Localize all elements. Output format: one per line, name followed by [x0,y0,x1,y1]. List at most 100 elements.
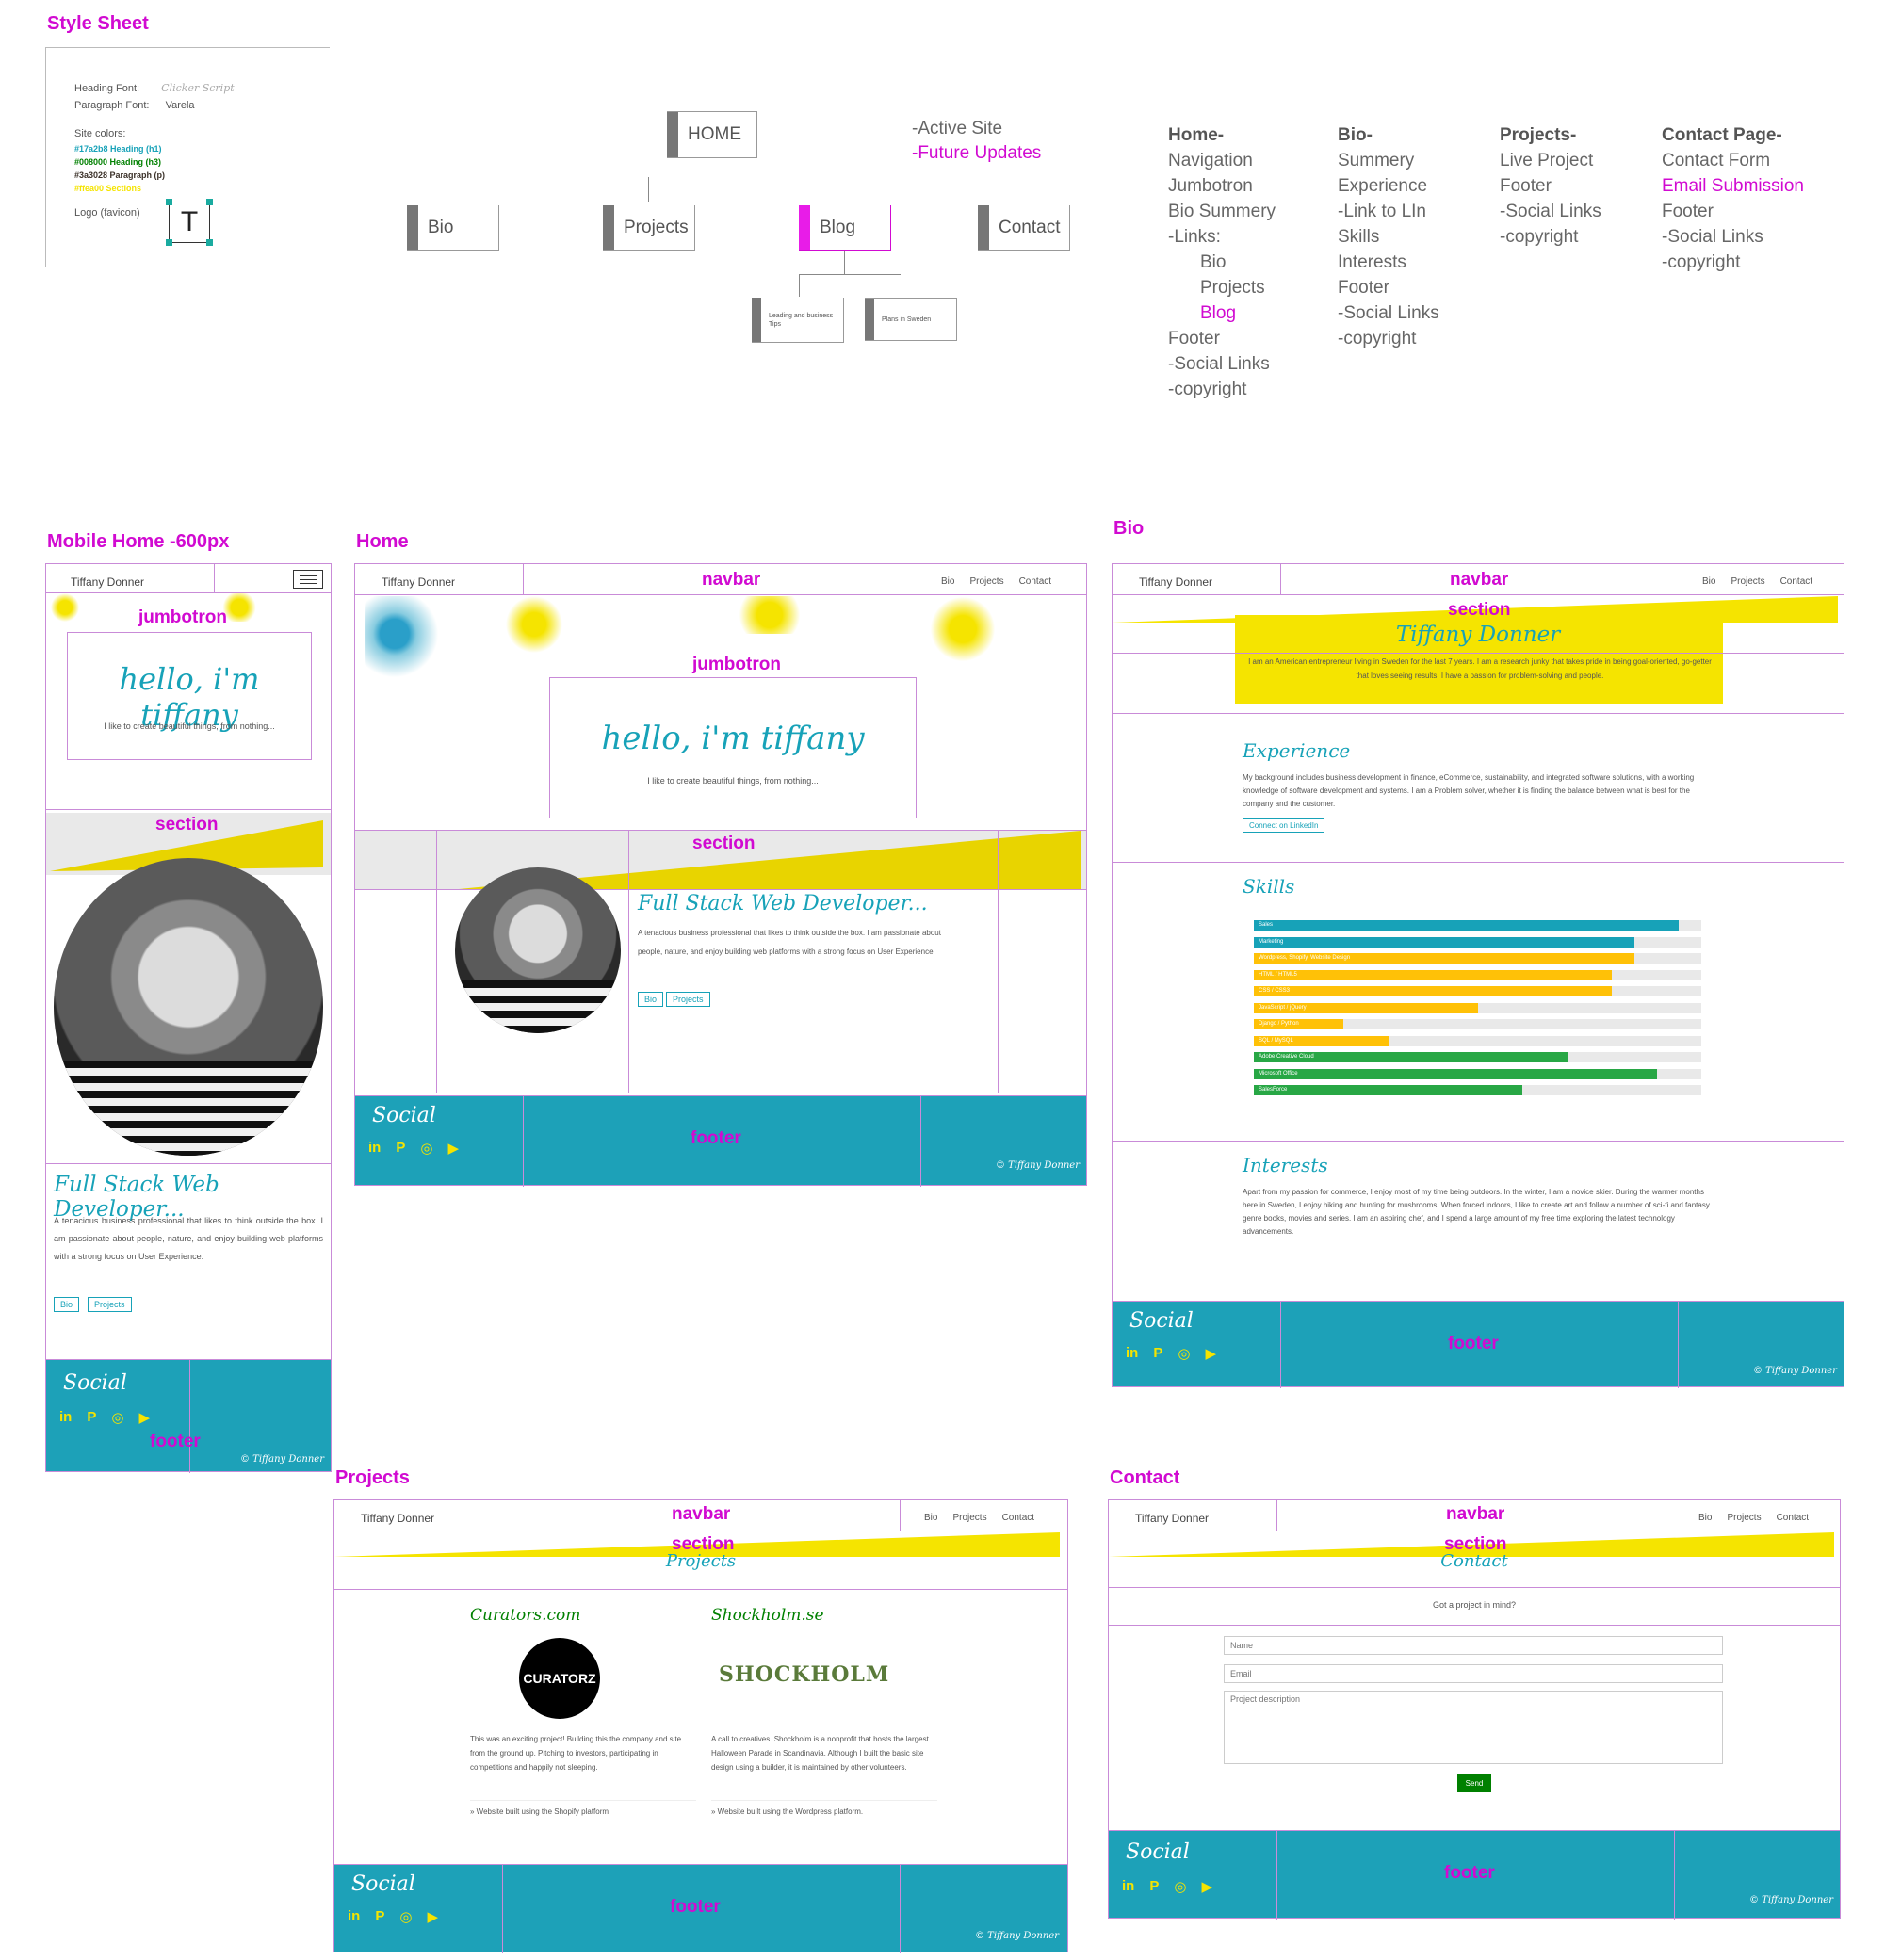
nav-contact-link[interactable]: Contact [1002,1513,1034,1523]
instagram-icon[interactable]: ◎ [420,1140,432,1157]
email-field[interactable] [1224,1664,1723,1683]
style-sheet-title: Style Sheet [47,13,149,34]
pinterest-icon[interactable]: P [1153,1345,1162,1362]
hamburger-menu-icon[interactable] [293,570,323,589]
linkedin-icon[interactable]: in [368,1140,381,1157]
instagram-icon[interactable]: ◎ [1178,1345,1190,1362]
mobile-brand[interactable]: Tiffany Donner [71,575,144,589]
send-button[interactable]: Send [1457,1774,1491,1792]
interests-heading: Interests [1243,1154,1328,1176]
nav-projects-link[interactable]: Projects [952,1513,986,1523]
section-label: section [155,815,219,834]
pinterest-icon[interactable]: P [375,1908,384,1925]
sitemap-blog-sub2-label: Plans in Sweden [882,316,932,323]
youtube-icon[interactable]: ▶ [427,1908,438,1925]
copyright: © Tiffany Donner [240,1454,324,1465]
outline-item: Summery [1338,151,1415,170]
home-brand[interactable]: Tiffany Donner [382,575,455,589]
copyright: © Tiffany Donner [1753,1366,1837,1376]
outline-item: Footer [1662,202,1714,221]
copyright: © Tiffany Donner [996,1160,1080,1171]
pinterest-icon[interactable]: P [87,1409,96,1426]
skill-bar-fill: Microsoft Office [1254,1068,1657,1079]
skill-bar-fill: SalesForce [1254,1085,1522,1095]
skill-bar: SQL / MySQL [1254,1035,1701,1046]
nav-bio-link[interactable]: Bio [924,1513,937,1523]
nav-contact-link[interactable]: Contact [1780,576,1812,587]
bio-mockup: Tiffany Donner navbar Bio Projects Conta… [1112,563,1844,1388]
projects-button[interactable]: Projects [88,1297,132,1312]
skill-bar: Marketing [1254,936,1701,948]
logo-favicon: T [166,199,213,246]
linkedin-icon[interactable]: in [59,1409,72,1426]
outline-home: Home- Navigation Jumbotron Bio Summery -… [1168,122,1276,402]
nav-bio-link[interactable]: Bio [1702,576,1715,587]
nav-bio-link[interactable]: Bio [941,576,954,587]
outline-bio: Bio- Summery Experience -Link to LIn Ski… [1338,122,1439,351]
youtube-icon[interactable]: ▶ [1205,1345,1216,1362]
youtube-icon[interactable]: ▶ [138,1409,150,1426]
nav-projects-link[interactable]: Projects [1731,576,1764,587]
nav-contact-link[interactable]: Contact [1019,576,1051,587]
instagram-icon[interactable]: ◎ [111,1409,123,1426]
projects-footer: Social in P ◎ ▶ footer © Tiffany Donner [333,1864,1068,1953]
curatorz-logo: CURATORZ [519,1638,600,1719]
name-field[interactable] [1224,1636,1723,1655]
pinterest-icon[interactable]: P [396,1140,405,1157]
tagline: I like to create beautiful things, from … [647,776,819,786]
logo-letter: T [180,206,199,237]
bio-brand[interactable]: Tiffany Donner [1139,575,1212,589]
contact-brand[interactable]: Tiffany Donner [1135,1512,1209,1525]
projects-button[interactable]: Projects [666,992,710,1007]
project-description-field[interactable] [1224,1691,1723,1764]
color-green: #008000 Heading (h3) [74,157,162,167]
skill-bar: Wordpress, Shopify, Website Design [1254,953,1701,964]
instagram-icon[interactable]: ◎ [399,1908,412,1925]
bio-button[interactable]: Bio [54,1297,80,1312]
bio-footer: Social in P ◎ ▶ footer © Tiffany Donner [1112,1301,1844,1388]
outline-item: Contact Page- [1662,125,1782,145]
sitemap-contact-label: Contact [999,217,1061,237]
outline-item-future: Email Submission [1662,176,1804,196]
nav-projects-link[interactable]: Projects [1727,1513,1761,1523]
nav-projects-link[interactable]: Projects [969,576,1003,587]
skill-bar-fill: Django / Python [1254,1019,1343,1029]
project1-text: This was an exciting project! Building t… [470,1735,682,1772]
skill-bar: SalesForce [1254,1085,1701,1095]
outline-item: Jumbotron [1168,176,1253,196]
youtube-icon[interactable]: ▶ [447,1140,459,1157]
copyright: © Tiffany Donner [1749,1895,1833,1905]
skill-bar: HTML / HTML5 [1254,969,1701,980]
sitemap-home: HOME [667,111,757,158]
nav-contact-link[interactable]: Contact [1777,1513,1809,1523]
projects-brand[interactable]: Tiffany Donner [361,1512,434,1525]
linkedin-icon[interactable]: in [348,1908,360,1925]
linkedin-icon[interactable]: in [1122,1878,1134,1895]
ink-splash-image [723,596,817,634]
mobile-jumbotron: hello, i'm tiffany I like to create beau… [67,632,312,760]
outline-item: -Social Links [1662,227,1763,247]
outline-item: Projects- [1500,125,1577,145]
outline-item: Navigation [1168,151,1253,170]
project1-title[interactable]: Curators.com [470,1606,580,1625]
instagram-icon[interactable]: ◎ [1174,1878,1186,1895]
home-title: Home [356,531,409,552]
bio-button[interactable]: Bio [638,992,664,1007]
outline-item: Home- [1168,125,1225,145]
project2-title[interactable]: Shockholm.se [711,1606,824,1625]
about-text: A tenacious business professional that l… [638,929,941,956]
navbar-label: navbar [1446,1504,1505,1524]
pinterest-icon[interactable]: P [1149,1878,1159,1895]
outline-item: Footer [1338,278,1389,298]
outline-item-future: Blog [1200,303,1237,323]
sitemap-home-label: HOME [688,124,741,144]
outline-item: Projects [1200,278,1265,298]
curatorz-logo-text: CURATORZ [523,1671,596,1686]
nav-bio-link[interactable]: Bio [1698,1513,1712,1523]
youtube-icon[interactable]: ▶ [1201,1878,1212,1895]
linkedin-icon[interactable]: in [1126,1345,1138,1362]
outline-item: Footer [1500,176,1552,196]
linkedin-button[interactable]: Connect on LinkedIn [1243,818,1325,833]
skills-heading: Skills [1243,875,1295,898]
sitemap-blog-label: Blog [820,217,856,237]
